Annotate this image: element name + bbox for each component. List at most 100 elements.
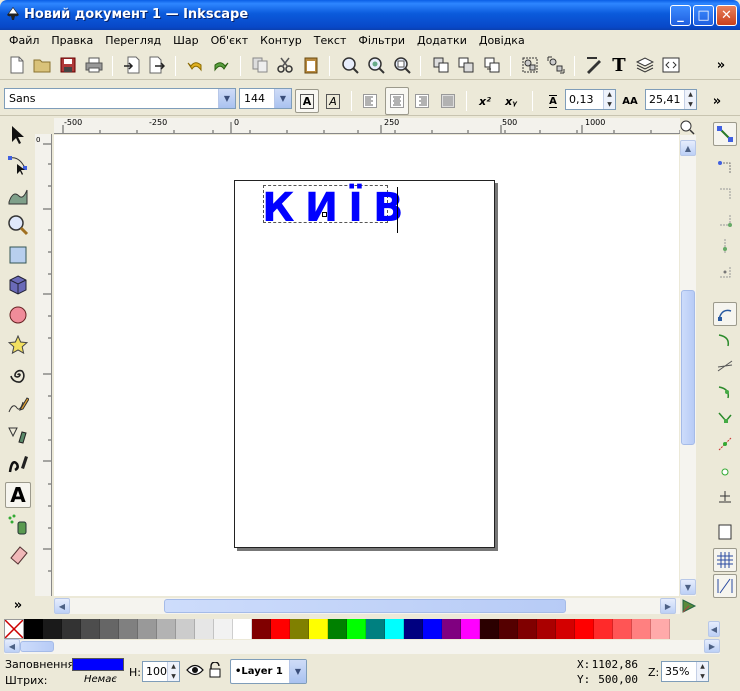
new-document-icon[interactable]	[7, 55, 27, 75]
group-icon[interactable]	[520, 55, 540, 75]
spiral-tool-icon[interactable]	[5, 362, 31, 388]
undo-icon[interactable]	[185, 55, 205, 75]
zoom-tool-icon[interactable]	[5, 212, 31, 238]
snap-cusp-nodes-icon[interactable]	[713, 406, 737, 430]
spin-arrows-icon[interactable]: ▲ ▼	[696, 662, 708, 681]
title-bar[interactable]: Новий документ 1 — Inkscape _ □ ✕	[0, 0, 740, 30]
align-center-icon[interactable]	[385, 87, 409, 115]
menu-file[interactable]: Файл	[4, 34, 46, 47]
color-swatch[interactable]	[62, 619, 81, 639]
color-management-icon[interactable]	[681, 598, 697, 614]
opacity-spin[interactable]: 100 ▲ ▼	[142, 661, 180, 682]
color-swatch[interactable]	[499, 619, 518, 639]
unlink-clone-icon[interactable]	[482, 55, 502, 75]
color-swatch[interactable]	[442, 619, 461, 639]
canvas-text-object[interactable]: КИЇВ	[262, 185, 414, 231]
snap-nodes-icon[interactable]	[713, 302, 737, 326]
snap-page-border-icon[interactable]	[713, 520, 737, 544]
fill-stroke-icon[interactable]	[584, 55, 604, 75]
scroll-left-icon[interactable]: ◀	[54, 598, 70, 614]
snap-guides-icon[interactable]	[713, 574, 737, 598]
text-toolbar-overflow-icon[interactable]: »	[707, 91, 727, 111]
color-swatch[interactable]	[252, 619, 271, 639]
fill-indicator[interactable]	[72, 658, 124, 671]
cut-icon[interactable]	[275, 55, 295, 75]
menu-help[interactable]: Довідка	[474, 34, 532, 47]
no-paint-swatch[interactable]	[4, 619, 24, 639]
paste-icon[interactable]	[301, 55, 321, 75]
text-tool-icon[interactable]: A	[5, 482, 31, 508]
menu-object[interactable]: Об'єкт	[206, 34, 256, 47]
calligraphy-tool-icon[interactable]	[5, 452, 31, 478]
color-swatch[interactable]	[651, 619, 670, 639]
eye-visibility-icon[interactable]	[186, 663, 204, 679]
import-icon[interactable]	[122, 55, 142, 75]
menu-extensions[interactable]: Додатки	[412, 34, 474, 47]
horizontal-scrollbar[interactable]: ◀ ▶	[54, 598, 680, 614]
close-button[interactable]: ✕	[716, 5, 737, 26]
maximize-button[interactable]: □	[693, 5, 714, 26]
drawing-canvas[interactable]: КИЇВ	[54, 135, 679, 596]
color-swatch[interactable]	[575, 619, 594, 639]
layers-icon[interactable]	[635, 55, 655, 75]
chevron-down-icon[interactable]: ▼	[289, 660, 306, 683]
color-swatch[interactable]	[366, 619, 385, 639]
minimize-button[interactable]: _	[670, 5, 691, 26]
snap-bbox-edge-icon[interactable]	[713, 182, 737, 206]
zoom-spin[interactable]: 35% ▲ ▼	[661, 661, 709, 682]
scroll-down-icon[interactable]: ▼	[680, 579, 696, 595]
text-baseline-handle[interactable]	[322, 212, 327, 217]
snap-smooth-nodes-icon[interactable]	[713, 380, 737, 404]
pen-tool-icon[interactable]	[5, 422, 31, 448]
snap-grid-icon[interactable]	[713, 548, 737, 572]
color-swatch[interactable]	[214, 619, 233, 639]
open-folder-icon[interactable]	[32, 55, 52, 75]
zoom-drawing-icon[interactable]	[366, 55, 386, 75]
scroll-right-icon[interactable]: ▶	[704, 639, 720, 653]
scroll-up-icon[interactable]: ▲	[680, 140, 696, 156]
font-size-combo[interactable]: 144 ▼	[239, 88, 292, 109]
color-swatch[interactable]	[43, 619, 62, 639]
zoom-selection-icon[interactable]	[340, 55, 360, 75]
snap-intersection-icon[interactable]	[713, 354, 737, 378]
snap-path-icon[interactable]	[713, 328, 737, 352]
chevron-down-icon[interactable]: ▼	[218, 89, 235, 108]
ellipse-tool-icon[interactable]	[5, 302, 31, 328]
layer-selector[interactable]: •Layer 1 ▼	[230, 659, 307, 684]
menu-layer[interactable]: Шар	[168, 34, 206, 47]
color-swatch[interactable]	[347, 619, 366, 639]
subscript-toggle[interactable]: xᵧ	[501, 91, 521, 111]
color-swatch[interactable]	[157, 619, 176, 639]
color-swatch[interactable]	[195, 619, 214, 639]
snap-bbox-center-icon[interactable]	[713, 260, 737, 284]
spray-tool-icon[interactable]	[5, 512, 31, 538]
color-swatch[interactable]	[328, 619, 347, 639]
color-swatch[interactable]	[81, 619, 100, 639]
redo-icon[interactable]	[211, 55, 231, 75]
scroll-right-icon[interactable]: ▶	[660, 598, 676, 614]
vertical-scroll-thumb[interactable]	[681, 290, 695, 445]
spin-arrows-icon[interactable]: ▲ ▼	[167, 662, 179, 681]
color-swatch[interactable]	[119, 619, 138, 639]
text-font-dialog-icon[interactable]: T	[609, 55, 629, 76]
duplicate-icon[interactable]	[431, 55, 451, 75]
color-swatch[interactable]	[271, 619, 290, 639]
color-swatch[interactable]	[100, 619, 119, 639]
color-swatch[interactable]	[176, 619, 195, 639]
superscript-toggle[interactable]: x²	[475, 91, 495, 111]
align-justify-icon[interactable]	[438, 91, 458, 111]
copy-icon[interactable]	[250, 55, 270, 75]
color-swatch[interactable]	[594, 619, 613, 639]
zoom-page-icon[interactable]	[392, 55, 412, 75]
snap-enable-icon[interactable]	[713, 122, 737, 146]
menu-edit[interactable]: Правка	[46, 34, 100, 47]
tweak-tool-icon[interactable]	[5, 182, 31, 208]
spin-arrows-icon[interactable]: ▲ ▼	[684, 90, 696, 109]
align-left-icon[interactable]	[360, 91, 380, 111]
snap-rotation-center-icon[interactable]	[713, 484, 737, 508]
star-tool-icon[interactable]	[5, 332, 31, 358]
snap-midpoints-icon[interactable]	[713, 432, 737, 456]
menu-text[interactable]: Текст	[309, 34, 354, 47]
vertical-ruler[interactable]: 0	[35, 134, 52, 596]
color-swatch[interactable]	[613, 619, 632, 639]
